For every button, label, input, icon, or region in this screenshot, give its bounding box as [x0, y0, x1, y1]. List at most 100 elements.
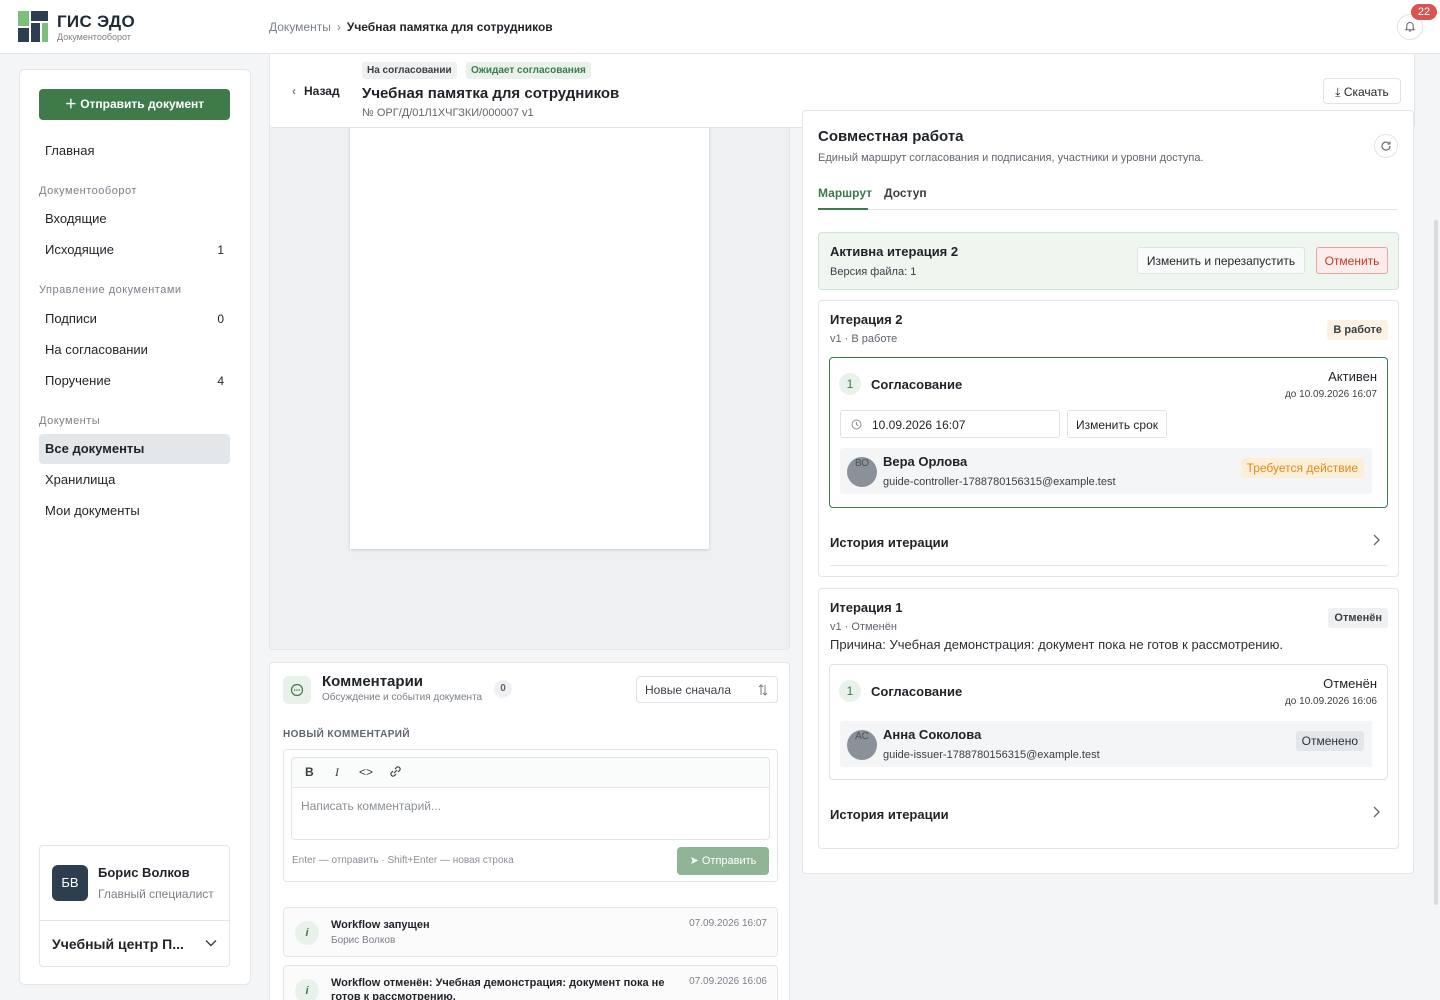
deadline-value: 10.09.2026 16:07	[872, 418, 966, 432]
collaboration-panel: Совместная работа Единый маршрут согласо…	[802, 110, 1414, 874]
chevron-left-icon: ‹	[292, 84, 296, 98]
iteration-card-1: Итерация 1 v1 · Отменён Отменён Причина:…	[818, 588, 1399, 849]
avatar: АС	[847, 730, 877, 760]
tab-route[interactable]: Маршрут	[818, 186, 872, 200]
organization-select[interactable]: Учебный центр П...	[40, 920, 229, 966]
deadline-input[interactable]: 10.09.2026 16:07	[840, 410, 1060, 438]
participant-email: guide-issuer-1788780156315@example.test	[883, 749, 1100, 761]
sidebar-item-home[interactable]: Главная	[39, 136, 230, 166]
stage-deadline: до 10.09.2026 16:07	[1284, 389, 1377, 400]
download-button[interactable]: ⤓ Скачать	[1323, 78, 1401, 104]
sidebar-item-storages[interactable]: Хранилища	[39, 465, 230, 495]
active-iteration-version: Версия файла: 1	[830, 266, 917, 278]
sort-icon	[758, 684, 768, 696]
iteration-history-toggle[interactable]: История итерации	[830, 807, 949, 822]
participant-name: Вера Орлова	[883, 454, 968, 469]
comments-title: Комментарии	[322, 673, 424, 690]
iteration-title: Итерация 2	[830, 312, 903, 327]
code-button[interactable]: <>	[359, 765, 373, 779]
brand: ГИС ЭДО Документооборот	[57, 12, 135, 42]
breadcrumb-root[interactable]: Документы	[269, 20, 331, 34]
collab-title: Совместная работа	[818, 128, 964, 145]
refresh-button[interactable]	[1374, 134, 1398, 158]
avatar: БВ	[52, 865, 88, 901]
link-icon	[390, 766, 401, 777]
participant-row: АС Анна Соколова guide-issuer-1788780156…	[840, 721, 1372, 767]
sidebar-item-outgoing[interactable]: Исходящие 1	[39, 235, 230, 265]
page-scrollbar[interactable]	[1434, 220, 1438, 905]
document-number: № ОРГ/Д/01Л1ХЧГЗКИ/000007 v1	[362, 107, 534, 119]
editor-toolbar: B I <>	[291, 757, 770, 787]
sidebar-item-count: 4	[217, 374, 224, 388]
editor-hint: Enter — отправить · Shift+Enter — новая …	[292, 855, 514, 866]
user-role: Главный специалист	[98, 887, 214, 901]
document-page	[350, 115, 709, 549]
document-preview	[269, 54, 790, 650]
back-button[interactable]: ‹ Назад	[292, 84, 340, 98]
send-document-button[interactable]: ＋ Отправить документ	[39, 89, 230, 120]
user-card: БВ Борис Волков Главный специалист Учебн…	[39, 845, 230, 967]
list-item: i Workflow запущен Борис Волков 07.09.20…	[283, 907, 778, 957]
comments-subtitle: Обсуждение и события документа	[322, 692, 483, 703]
stage-card: 1 Согласование Активен до 10.09.2026 16:…	[829, 357, 1388, 508]
app-logo[interactable]	[18, 11, 48, 42]
italic-button[interactable]: I	[335, 765, 339, 780]
stage-status: Активен	[1328, 369, 1377, 384]
sidebar-item-signatures[interactable]: Подписи 0	[39, 304, 230, 334]
event-title: Workflow запущен	[331, 919, 430, 931]
sidebar-item-approval[interactable]: На согласовании	[39, 335, 230, 365]
comment-input[interactable]: Написать комментарий...	[291, 787, 770, 840]
cancel-reason: Причина: Учебная демонстрация: документ …	[830, 637, 1284, 652]
stage-deadline: до 10.09.2026 16:06	[1284, 696, 1377, 707]
sidebar-item-assignment[interactable]: Поручение 4	[39, 366, 230, 396]
change-deadline-button[interactable]: Изменить срок	[1067, 410, 1167, 438]
restart-button[interactable]: Изменить и перезапустить	[1137, 247, 1305, 274]
sidebar-item-my-docs[interactable]: Мои документы	[39, 496, 230, 526]
send-comment-button[interactable]: ➤ Отправить	[677, 847, 769, 875]
bold-button[interactable]: B	[305, 765, 314, 779]
active-iteration-banner: Активна итерация 2 Версия файла: 1 Измен…	[818, 232, 1399, 290]
sort-label: Новые сначала	[645, 683, 731, 697]
status-badge: Ожидает согласования	[466, 62, 591, 79]
stage-title: Согласование	[871, 684, 963, 699]
sidebar-item-count: 0	[217, 312, 224, 326]
collab-subtitle: Единый маршрут согласования и подписания…	[818, 152, 1204, 164]
iteration-history-toggle[interactable]: История итерации	[830, 535, 949, 550]
sidebar-section-docflow: Документооборот	[39, 185, 137, 197]
user-name: Борис Волков	[98, 865, 190, 880]
chevron-right-icon[interactable]	[1372, 534, 1380, 549]
send-icon: ➤	[689, 855, 702, 867]
active-iteration-title: Активна итерация 2	[830, 244, 959, 259]
status-badge: Требуется действие	[1240, 458, 1364, 478]
iteration-title: Итерация 1	[830, 600, 903, 615]
organization-name: Учебный центр П...	[52, 936, 184, 952]
cancel-button[interactable]: Отменить	[1316, 247, 1388, 274]
send-comment-label: Отправить	[701, 855, 757, 867]
event-author: Борис Волков	[331, 935, 396, 946]
comments-count: 0	[494, 680, 512, 698]
status-badge: Отменён	[1328, 608, 1388, 628]
sidebar-item-all-docs[interactable]: Все документы	[39, 434, 230, 464]
app-title: ГИС ЭДО	[57, 12, 135, 31]
page-title: Учебная памятка для сотрудников	[362, 85, 620, 102]
comment-icon	[283, 676, 311, 704]
sort-select[interactable]: Новые сначала	[636, 676, 778, 703]
status-badge: В работе	[1327, 320, 1388, 340]
sidebar: ＋ Отправить документ Главная Документооб…	[19, 69, 251, 985]
send-document-label: Отправить документ	[80, 97, 205, 111]
back-label: Назад	[304, 84, 340, 98]
status-badge: Отменено	[1295, 731, 1364, 751]
avatar: ВО	[847, 457, 877, 487]
sidebar-item-incoming[interactable]: Входящие	[39, 204, 230, 234]
link-button[interactable]	[388, 764, 403, 782]
sidebar-section-docs: Документы	[39, 415, 101, 427]
tab-access[interactable]: Доступ	[884, 186, 927, 200]
iteration-card-2: Итерация 2 v1 · В работе В работе 1 Согл…	[818, 300, 1399, 577]
clock-icon	[851, 419, 862, 430]
list-item: i Workflow отменён: Учебная демонстрация…	[283, 965, 778, 1000]
notification-count-badge: 22	[1411, 4, 1437, 20]
sidebar-item-count: 1	[217, 243, 224, 257]
chevron-right-icon[interactable]	[1372, 806, 1380, 821]
new-comment-label: НОВЫЙ КОММЕНТАРИЙ	[283, 729, 410, 740]
participant-email: guide-controller-1788780156315@example.t…	[883, 476, 1116, 488]
